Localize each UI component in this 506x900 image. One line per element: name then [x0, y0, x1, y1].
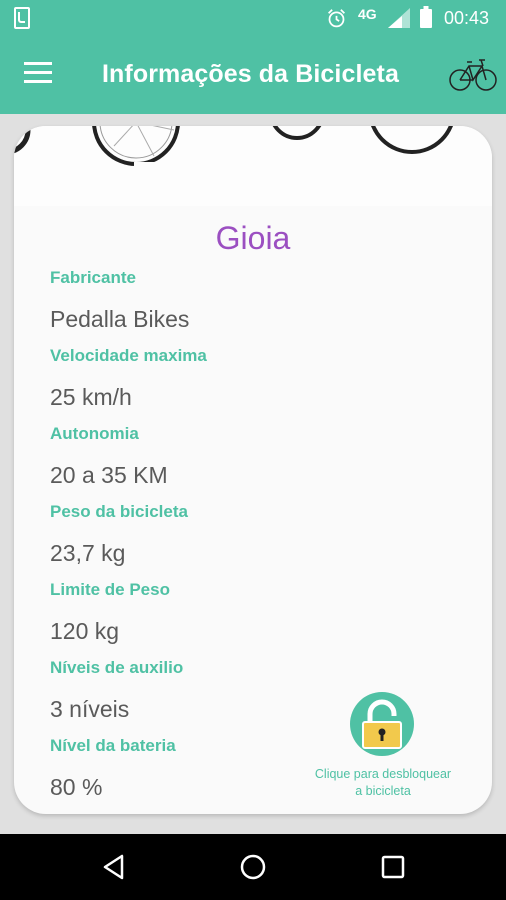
recents-square-icon[interactable]	[378, 852, 408, 882]
status-clock: 00:43	[444, 8, 490, 28]
unlock-button[interactable]	[350, 692, 414, 756]
field-value-peso: 23,7 kg	[50, 540, 126, 566]
network-type: 4G	[358, 6, 377, 22]
field-label-niveis-auxilio: Níveis de auxilio	[50, 658, 184, 677]
cell-signal-icon	[388, 8, 410, 28]
status-bar: 4G 00:43	[0, 0, 506, 36]
bicycle-icon[interactable]	[448, 52, 498, 96]
field-label-fabricante: Fabricante	[50, 268, 136, 287]
field-value-velocidade: 25 km/h	[50, 384, 132, 410]
field-label-autonomia: Autonomia	[50, 424, 139, 443]
sim-card-icon	[14, 7, 30, 29]
unlock-caption-line1: Clique para desbloquear	[314, 767, 452, 781]
unlock-caption[interactable]: Clique para desbloquear a bicicleta	[299, 766, 467, 800]
bike-name: Gioia	[215, 220, 291, 256]
field-label-limite-peso: Limite de Peso	[50, 580, 170, 599]
field-value-limite-peso: 120 kg	[50, 618, 120, 644]
toolbar-title: Informações da Bicicleta	[102, 60, 399, 88]
field-label-velocidade: Velocidade maxima	[50, 346, 207, 365]
back-triangle-icon[interactable]	[100, 852, 130, 882]
field-label-peso: Peso da bicicleta	[50, 502, 188, 521]
unlock-caption-line2: a bicicleta	[355, 784, 411, 798]
open-padlock-icon	[362, 699, 402, 749]
field-value-niveis-auxilio: 3 níveis	[50, 696, 130, 722]
app-toolbar: Informações da Bicicleta	[0, 36, 506, 114]
field-value-fabricante: Pedalla Bikes	[50, 306, 190, 332]
system-nav-bar	[0, 834, 506, 900]
battery-icon	[420, 6, 432, 28]
alarm-icon	[328, 9, 345, 28]
bike-photo	[14, 126, 492, 206]
bike-info-card: Gioia Fabricante Pedalla Bikes Velocidad…	[14, 126, 492, 814]
field-value-nivel-bateria: 80 %	[50, 774, 103, 800]
home-circle-icon[interactable]	[238, 852, 268, 882]
field-label-nivel-bateria: Nível da bateria	[50, 736, 176, 755]
field-value-autonomia: 20 a 35 KM	[50, 462, 168, 488]
hamburger-menu-icon[interactable]	[24, 62, 54, 88]
